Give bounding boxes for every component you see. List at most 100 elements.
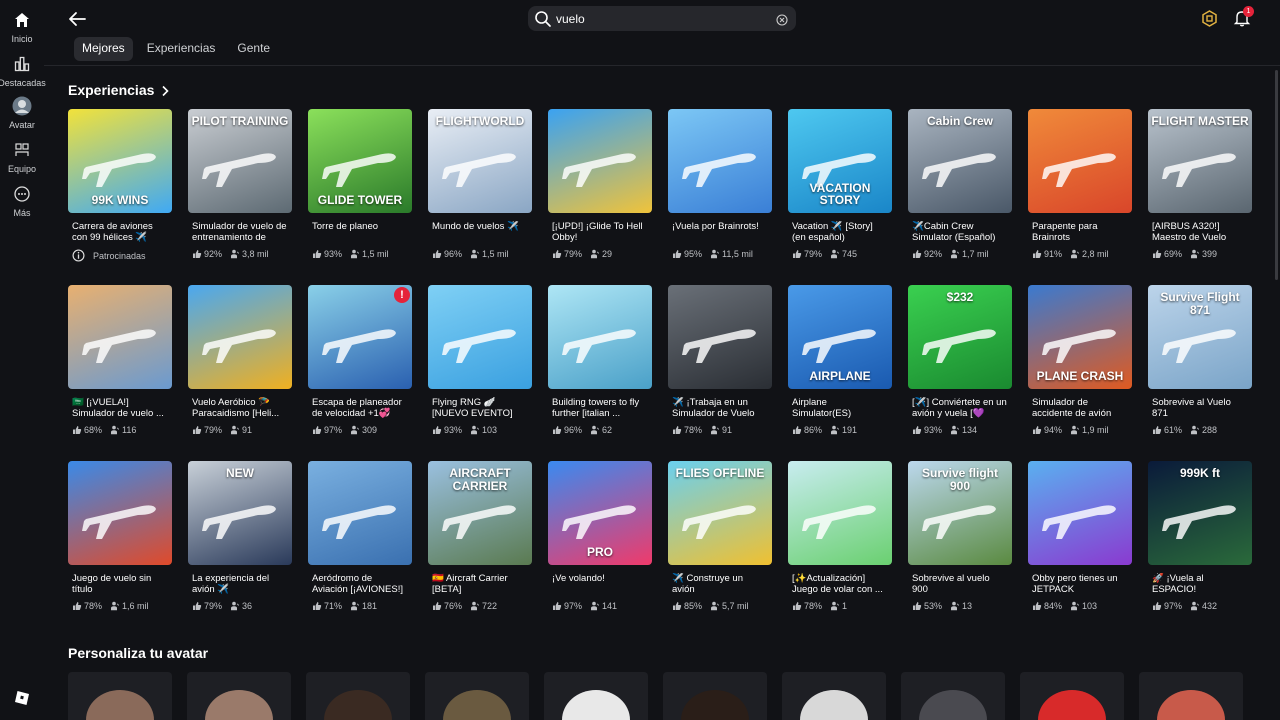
- experience-card[interactable]: FLIES OFFLINE ✈️ Construye un avión 85% 5,7…: [668, 461, 772, 621]
- experience-card[interactable]: Building towers to fly further [italian …: [548, 285, 652, 445]
- avatar-item-card[interactable]: [544, 672, 648, 720]
- avatar-item-card[interactable]: [425, 672, 529, 720]
- experience-title[interactable]: Mundo de vuelos ✈️: [428, 221, 532, 243]
- experience-card[interactable]: PILOT TRAINING Simulador de vuelo de entr…: [188, 109, 292, 269]
- experience-card[interactable]: Survive Flight 871 Sobrevive al Vuelo 871…: [1148, 285, 1252, 445]
- experience-title[interactable]: Airplane Simulator(ES): [788, 397, 892, 419]
- nav-item-group[interactable]: Equipo: [0, 140, 44, 174]
- search-input[interactable]: [556, 11, 776, 26]
- experience-thumbnail[interactable]: PRO: [548, 461, 652, 565]
- experience-thumbnail[interactable]: [188, 285, 292, 389]
- experience-title[interactable]: Building towers to fly further [italian …: [548, 397, 652, 419]
- experience-thumbnail[interactable]: NEW: [188, 461, 292, 565]
- nav-item-featured[interactable]: Destacadas: [0, 54, 46, 88]
- scrollbar[interactable]: [1275, 70, 1278, 280]
- experience-card[interactable]: Flying RNG 🪽 [NUEVO EVENTO] 93% 103: [428, 285, 532, 445]
- experience-thumbnail[interactable]: Survive flight 900: [908, 461, 1012, 565]
- experience-thumbnail[interactable]: [428, 285, 532, 389]
- avatar-item-card[interactable]: [782, 672, 886, 720]
- experience-title[interactable]: 🇪🇸 Aircraft Carrier [BETA]: [428, 573, 532, 595]
- info-icon[interactable]: [72, 249, 85, 262]
- experience-thumbnail[interactable]: [1028, 109, 1132, 213]
- experience-card[interactable]: [¡UPD!] ¡Glide To Hell Obby! 79% 29: [548, 109, 652, 269]
- experience-thumbnail[interactable]: VACATION STORY: [788, 109, 892, 213]
- experience-card[interactable]: Juego de vuelo sin título 78% 1,6 mil: [68, 461, 172, 621]
- experience-thumbnail[interactable]: FLIGHTWORLD: [428, 109, 532, 213]
- nav-item-more[interactable]: Más: [0, 184, 44, 218]
- experience-thumbnail[interactable]: [668, 285, 772, 389]
- back-arrow-icon[interactable]: [66, 8, 90, 30]
- avatar-item-card[interactable]: [663, 672, 767, 720]
- experience-title[interactable]: Escapa de planeador de velocidad +1💞: [308, 397, 412, 419]
- experience-title[interactable]: Parapente para Brainrots: [1028, 221, 1132, 243]
- experience-card[interactable]: Aeródromo de Aviación [¡AVIONES!] 71% 181: [308, 461, 412, 621]
- experience-title[interactable]: 🇸🇦 [¡VUELA!] Simulador de vuelo ...: [68, 397, 172, 419]
- experience-card[interactable]: Cabin Crew ✈️Cabin Crew Simulator (Españo…: [908, 109, 1012, 269]
- robux-icon[interactable]: [1201, 10, 1218, 27]
- experience-card[interactable]: AIRPLANE Airplane Simulator(ES) 86% 191: [788, 285, 892, 445]
- experience-card[interactable]: GLIDE TOWER Torre de planeo 93% 1,5 mil: [308, 109, 412, 269]
- experience-card[interactable]: Parapente para Brainrots 91% 2,8 mil: [1028, 109, 1132, 269]
- experience-title[interactable]: [¡UPD!] ¡Glide To Hell Obby!: [548, 221, 652, 243]
- experience-title[interactable]: ✈️Cabin Crew Simulator (Español): [908, 221, 1012, 243]
- experience-thumbnail[interactable]: [68, 285, 172, 389]
- experience-thumbnail[interactable]: [308, 461, 412, 565]
- experience-thumbnail[interactable]: [548, 109, 652, 213]
- experience-title[interactable]: Obby pero tienes un JETPACK: [1028, 573, 1132, 595]
- experience-title[interactable]: 🚀 ¡Vuela al ESPACIO!: [1148, 573, 1252, 595]
- experience-card[interactable]: ! Escapa de planeador de velocidad +1💞 97%…: [308, 285, 412, 445]
- experience-thumbnail[interactable]: AIRPLANE: [788, 285, 892, 389]
- experience-thumbnail[interactable]: PLANE CRASH: [1028, 285, 1132, 389]
- avatar-item-card[interactable]: [306, 672, 410, 720]
- experience-card[interactable]: Vuelo Aeróbico 🪂 Paracaidismo [Heli... 79…: [188, 285, 292, 445]
- experience-title[interactable]: Carrera de aviones con 99 hélices ✈️: [68, 221, 172, 243]
- avatar-item-card[interactable]: [187, 672, 291, 720]
- tab-best[interactable]: Mejores: [74, 37, 133, 61]
- experience-thumbnail[interactable]: FLIES OFFLINE: [668, 461, 772, 565]
- experience-title[interactable]: ✈️ ¡Trabaja en un Simulador de Vuelo: [668, 397, 772, 419]
- nav-item-home[interactable]: Inicio: [0, 10, 44, 44]
- experience-card[interactable]: VACATION STORY Vacation ✈️ [Story] (en es…: [788, 109, 892, 269]
- experience-card[interactable]: PRO ¡Ve volando! 97% 141: [548, 461, 652, 621]
- experience-title[interactable]: Torre de planeo: [308, 221, 412, 243]
- experience-thumbnail[interactable]: [548, 285, 652, 389]
- experience-card[interactable]: [✨Actualización] Juego de volar con ... 7…: [788, 461, 892, 621]
- experience-card[interactable]: PLANE CRASH Simulador de accidente de avi…: [1028, 285, 1132, 445]
- experience-card[interactable]: FLIGHT MASTER [AIRBUS A320!] Maestro de V…: [1148, 109, 1252, 269]
- experience-card[interactable]: 99K WINS Carrera de aviones con 99 hélice…: [68, 109, 172, 269]
- experiences-section-header[interactable]: Experiencias: [68, 82, 170, 98]
- experience-thumbnail[interactable]: FLIGHT MASTER: [1148, 109, 1252, 213]
- experience-title[interactable]: Juego de vuelo sin título: [68, 573, 172, 595]
- experience-thumbnail[interactable]: [668, 109, 772, 213]
- experience-title[interactable]: ✈️ Construye un avión: [668, 573, 772, 595]
- nav-item-avatar[interactable]: Avatar: [0, 96, 44, 130]
- clear-search-icon[interactable]: [776, 13, 788, 26]
- experience-title[interactable]: Sobrevive al vuelo 900: [908, 573, 1012, 595]
- experience-thumbnail[interactable]: AIRCRAFT CARRIER: [428, 461, 532, 565]
- experience-thumbnail[interactable]: [1028, 461, 1132, 565]
- tab-experiences[interactable]: Experiencias: [139, 37, 224, 61]
- avatar-item-card[interactable]: [901, 672, 1005, 720]
- experience-title[interactable]: La experiencia del avión ✈️: [188, 573, 292, 595]
- experience-card[interactable]: 999K ft 🚀 ¡Vuela al ESPACIO! 97% 432: [1148, 461, 1252, 621]
- avatar-item-card[interactable]: [1139, 672, 1243, 720]
- experience-thumbnail[interactable]: [68, 461, 172, 565]
- experience-title[interactable]: ¡Ve volando!: [548, 573, 652, 595]
- experience-thumbnail[interactable]: GLIDE TOWER: [308, 109, 412, 213]
- experience-title[interactable]: [✈️] Conviértete en un avión y vuela [💜: [908, 397, 1012, 419]
- experience-title[interactable]: Simulador de vuelo de entrenamiento de: [188, 221, 292, 243]
- experience-title[interactable]: Vuelo Aeróbico 🪂 Paracaidismo [Heli...: [188, 397, 292, 419]
- experience-card[interactable]: FLIGHTWORLD Mundo de vuelos ✈️ 96% 1,5 mil: [428, 109, 532, 269]
- experience-card[interactable]: Survive flight 900 Sobrevive al vuelo 900…: [908, 461, 1012, 621]
- avatar-item-card[interactable]: [68, 672, 172, 720]
- experience-card[interactable]: $232 [✈️] Conviértete en un avión y vuela…: [908, 285, 1012, 445]
- experience-thumbnail[interactable]: 99K WINS: [68, 109, 172, 213]
- avatar-item-card[interactable]: [1020, 672, 1124, 720]
- roblox-logo-icon[interactable]: [14, 690, 30, 706]
- experience-thumbnail[interactable]: Cabin Crew: [908, 109, 1012, 213]
- experience-title[interactable]: Simulador de accidente de avión: [1028, 397, 1132, 419]
- experience-card[interactable]: 🇸🇦 [¡VUELA!] Simulador de vuelo ... 68% 11…: [68, 285, 172, 445]
- experience-title[interactable]: [AIRBUS A320!] Maestro de Vuelo: [1148, 221, 1252, 243]
- experience-thumbnail[interactable]: PILOT TRAINING: [188, 109, 292, 213]
- tab-people[interactable]: Gente: [229, 37, 278, 61]
